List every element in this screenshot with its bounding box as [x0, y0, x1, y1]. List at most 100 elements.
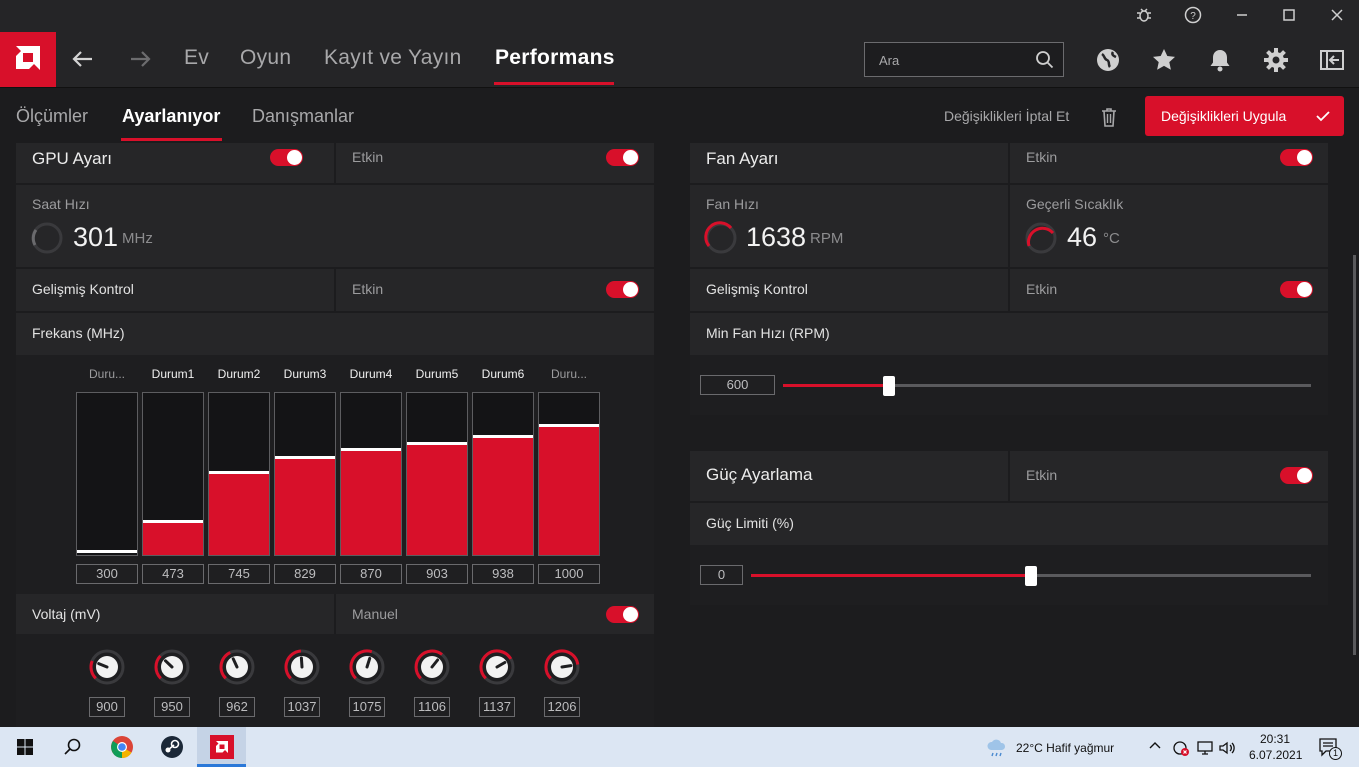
fan-advanced-control-toggle[interactable] [1280, 281, 1313, 298]
voltage-knob[interactable] [413, 648, 451, 686]
frequency-state-bar[interactable] [208, 392, 270, 556]
apply-changes-button[interactable]: Değişiklikleri Uygula [1145, 96, 1344, 136]
voltage-knob[interactable] [478, 648, 516, 686]
voltage-value[interactable]: 962 [219, 697, 255, 717]
frequency-state-handle[interactable] [539, 424, 599, 427]
voltage-knob[interactable] [153, 648, 191, 686]
voltage-knob[interactable] [543, 648, 581, 686]
fan-advanced-control-label: Gelişmiş Kontrol [706, 281, 808, 297]
discard-changes-button[interactable]: Değişiklikleri İptal Et [944, 108, 1069, 124]
chrome-icon[interactable] [109, 734, 135, 760]
frequency-state-bar[interactable] [340, 392, 402, 556]
frequency-state-value[interactable]: 473 [142, 564, 204, 584]
forward-arrow-icon[interactable] [125, 44, 155, 74]
frequency-state-handle[interactable] [209, 471, 269, 474]
nav-tab-performans[interactable]: Performans [495, 46, 615, 70]
subtab-danismanlar[interactable]: Danışmanlar [252, 106, 354, 127]
bug-report-icon[interactable] [1133, 6, 1155, 28]
search-box[interactable] [864, 42, 1064, 77]
frequency-state-value[interactable]: 903 [406, 564, 468, 584]
voltage-knob[interactable] [283, 648, 321, 686]
frequency-state-value[interactable]: 745 [208, 564, 270, 584]
minimize-icon[interactable] [1231, 6, 1253, 28]
min-fan-speed-value[interactable]: 600 [700, 375, 775, 395]
frequency-state-value[interactable]: 938 [472, 564, 534, 584]
weather-text[interactable]: 22°C Hafif yağmur [1016, 741, 1114, 755]
nav-tab-kayit-ve-yayin[interactable]: Kayıt ve Yayın [324, 46, 462, 70]
search-input[interactable] [879, 51, 1029, 69]
voltage-value[interactable]: 1075 [349, 697, 385, 717]
gpu-tuning-toggle[interactable] [606, 149, 639, 166]
frequency-state-value[interactable]: 870 [340, 564, 402, 584]
windows-taskbar: 22°C Hafif yağmur 20:31 6.07.2021 1 [0, 727, 1359, 767]
windows-start-icon[interactable] [12, 734, 38, 760]
back-arrow-icon[interactable] [68, 44, 98, 74]
network-error-icon[interactable] [1172, 739, 1190, 760]
power-limit-value[interactable]: 0 [700, 565, 743, 585]
voltage-value[interactable]: 950 [154, 697, 190, 717]
voltage-value[interactable]: 1206 [544, 697, 580, 717]
gpu-tuning-status: Etkin [352, 149, 384, 165]
frequency-state-bar[interactable] [76, 392, 138, 556]
steam-icon[interactable] [159, 734, 185, 760]
frequency-state-handle[interactable] [473, 435, 533, 438]
scrollbar-thumb[interactable] [1353, 255, 1356, 655]
frequency-state-value[interactable]: 1000 [538, 564, 600, 584]
gpu-tuning-title: GPU Ayarı [32, 149, 112, 168]
frequency-state-bar[interactable] [274, 392, 336, 556]
voltage-value[interactable]: 1037 [284, 697, 320, 717]
volume-icon[interactable] [1218, 739, 1236, 760]
frequency-state-bar[interactable] [472, 392, 534, 556]
search-icon[interactable] [60, 734, 86, 760]
clock-date[interactable]: 6.07.2021 [1249, 748, 1302, 762]
frequency-state-handle[interactable] [407, 442, 467, 445]
frequency-state-fill [341, 451, 401, 555]
subtab-ayarlaniyor[interactable]: Ayarlanıyor [122, 106, 220, 127]
search-icon[interactable] [1035, 50, 1055, 75]
sidebar-toggle-icon[interactable] [1318, 46, 1346, 74]
frequency-state-handle[interactable] [143, 520, 203, 523]
frequency-state-bar[interactable] [142, 392, 204, 556]
voltage-manual-toggle[interactable] [606, 606, 639, 623]
voltage-knob[interactable] [88, 648, 126, 686]
frequency-state-fill [275, 459, 335, 555]
bell-icon[interactable] [1206, 46, 1234, 74]
trash-icon[interactable] [1099, 106, 1119, 133]
voltage-value[interactable]: 1106 [414, 697, 450, 717]
gear-icon[interactable] [1262, 46, 1290, 74]
voltage-knob[interactable] [348, 648, 386, 686]
frequency-state-bar[interactable] [406, 392, 468, 556]
gpu-advanced-status: Etkin [352, 281, 384, 297]
globe-icon[interactable] [1094, 46, 1122, 74]
display-icon[interactable] [1196, 739, 1214, 760]
help-icon[interactable]: ? [1182, 6, 1204, 28]
frequency-state-handle[interactable] [77, 550, 137, 553]
nav-tab-oyun[interactable]: Oyun [240, 46, 291, 70]
star-icon[interactable] [1150, 46, 1178, 74]
power-tuning-toggle[interactable] [1280, 467, 1313, 484]
voltage-value[interactable]: 1137 [479, 697, 515, 717]
amd-logo-icon[interactable] [0, 32, 56, 87]
frequency-state-fill [473, 438, 533, 555]
fan-tuning-toggle[interactable] [1280, 149, 1313, 166]
amd-radeon-taskbar-icon[interactable] [209, 734, 235, 760]
voltage-value[interactable]: 900 [89, 697, 125, 717]
frequency-state-value[interactable]: 829 [274, 564, 336, 584]
frequency-state-handle[interactable] [275, 456, 335, 459]
frequency-state-bar[interactable] [538, 392, 600, 556]
power-limit-thumb[interactable] [1025, 566, 1037, 586]
gpu-tuning-toggle[interactable] [270, 149, 303, 166]
min-fan-speed-thumb[interactable] [883, 376, 895, 396]
chevron-up-icon[interactable] [1148, 739, 1162, 756]
clock-speed-value: 301 [73, 222, 119, 252]
voltage-label: Voltaj (mV) [32, 606, 101, 622]
frequency-state-value[interactable]: 300 [76, 564, 138, 584]
close-icon[interactable] [1326, 6, 1348, 28]
maximize-icon[interactable] [1278, 6, 1300, 28]
frequency-state-handle[interactable] [341, 448, 401, 451]
gpu-advanced-control-toggle[interactable] [606, 281, 639, 298]
nav-tab-ev[interactable]: Ev [184, 46, 209, 70]
voltage-knob[interactable] [218, 648, 256, 686]
subtab-olcumler[interactable]: Ölçümler [16, 106, 88, 127]
clock-time[interactable]: 20:31 [1260, 732, 1290, 746]
